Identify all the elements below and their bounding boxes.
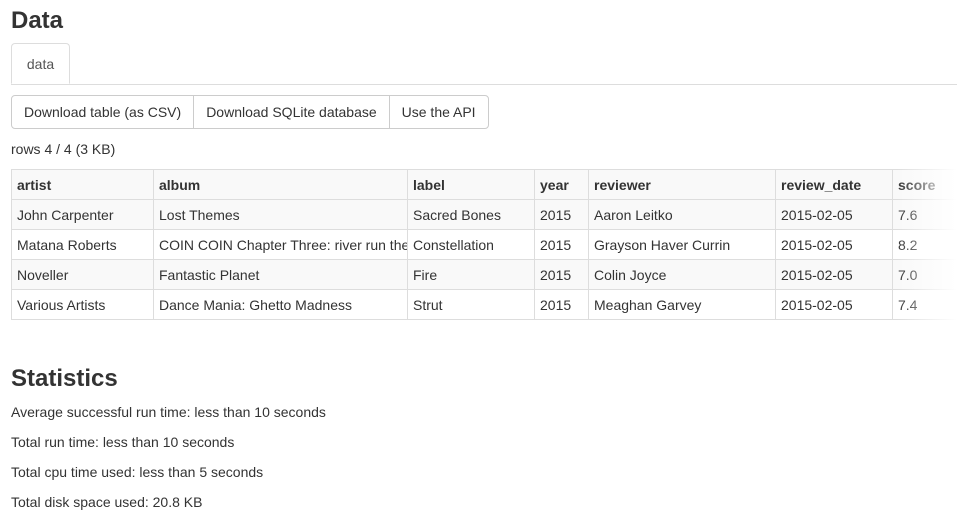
download-sqlite-button[interactable]: Download SQLite database xyxy=(193,95,390,129)
download-csv-button[interactable]: Download table (as CSV) xyxy=(11,95,195,129)
table-cell: Noveller xyxy=(11,259,154,290)
table-cell: Various Artists xyxy=(11,289,154,320)
table-cell: Grayson Haver Currin xyxy=(588,229,776,260)
column-header-review-date[interactable]: review_date xyxy=(775,169,893,200)
stat-disk-space: Total disk space used: 20.8 KB xyxy=(11,494,203,510)
table-cell: Strut xyxy=(407,289,535,320)
table-cell: Lost Themes xyxy=(153,199,408,230)
data-section-title: Data xyxy=(11,7,64,34)
use-api-button[interactable]: Use the API xyxy=(388,95,489,129)
column-header-label[interactable]: label xyxy=(407,169,535,200)
data-table: artist album label year reviewer review_… xyxy=(11,169,957,320)
tab-data[interactable]: data xyxy=(11,43,70,84)
table-row: Matana Roberts COIN COIN Chapter Three: … xyxy=(11,229,957,260)
table-cell: 2015-02-05 xyxy=(775,259,893,290)
data-table-container[interactable]: artist album label year reviewer review_… xyxy=(11,169,957,326)
table-cell: Aaron Leitko xyxy=(588,199,776,230)
table-cell: 7.4 xyxy=(892,289,957,320)
table-cell: 2015 xyxy=(534,229,589,260)
table-cell: Fantastic Planet xyxy=(153,259,408,290)
column-header-year[interactable]: year xyxy=(534,169,589,200)
table-cell: Constellation xyxy=(407,229,535,260)
table-cell: 7.0 xyxy=(892,259,957,290)
column-header-album[interactable]: album xyxy=(153,169,408,200)
table-cell: 2015-02-05 xyxy=(775,229,893,260)
download-button-group: Download table (as CSV) Download SQLite … xyxy=(11,95,489,129)
table-cell: Fire xyxy=(407,259,535,290)
table-cell: Dance Mania: Ghetto Madness xyxy=(153,289,408,320)
stat-total-run-time: Total run time: less than 10 seconds xyxy=(11,434,235,450)
rows-info: rows 4 / 4 (3 KB) xyxy=(11,141,116,157)
table-row: John Carpenter Lost Themes Sacred Bones … xyxy=(11,199,957,230)
table-cell: 2015 xyxy=(534,199,589,230)
table-cell: 2015-02-05 xyxy=(775,199,893,230)
table-cell: Meaghan Garvey xyxy=(588,289,776,320)
tab-bar: data xyxy=(11,43,957,85)
table-cell: 2015 xyxy=(534,289,589,320)
table-cell: 2015 xyxy=(534,259,589,290)
table-cell: Sacred Bones xyxy=(407,199,535,230)
table-row: Noveller Fantastic Planet Fire 2015 Coli… xyxy=(11,259,957,290)
table-header-row: artist album label year reviewer review_… xyxy=(11,169,957,200)
table-cell: 7.6 xyxy=(892,199,957,230)
table-cell: 8.2 xyxy=(892,229,957,260)
column-header-reviewer[interactable]: reviewer xyxy=(588,169,776,200)
column-header-artist[interactable]: artist xyxy=(11,169,154,200)
table-cell: 2015-02-05 xyxy=(775,289,893,320)
table-cell: Matana Roberts xyxy=(11,229,154,260)
statistics-section-title: Statistics xyxy=(11,365,118,392)
table-cell: John Carpenter xyxy=(11,199,154,230)
table-cell: COIN COIN Chapter Three: river run thee xyxy=(153,229,408,260)
table-cell: Colin Joyce xyxy=(588,259,776,290)
stat-cpu-time: Total cpu time used: less than 5 seconds xyxy=(11,464,264,480)
stat-average-run-time: Average successful run time: less than 1… xyxy=(11,404,326,420)
table-row: Various Artists Dance Mania: Ghetto Madn… xyxy=(11,289,957,320)
column-header-score[interactable]: score xyxy=(892,169,957,200)
